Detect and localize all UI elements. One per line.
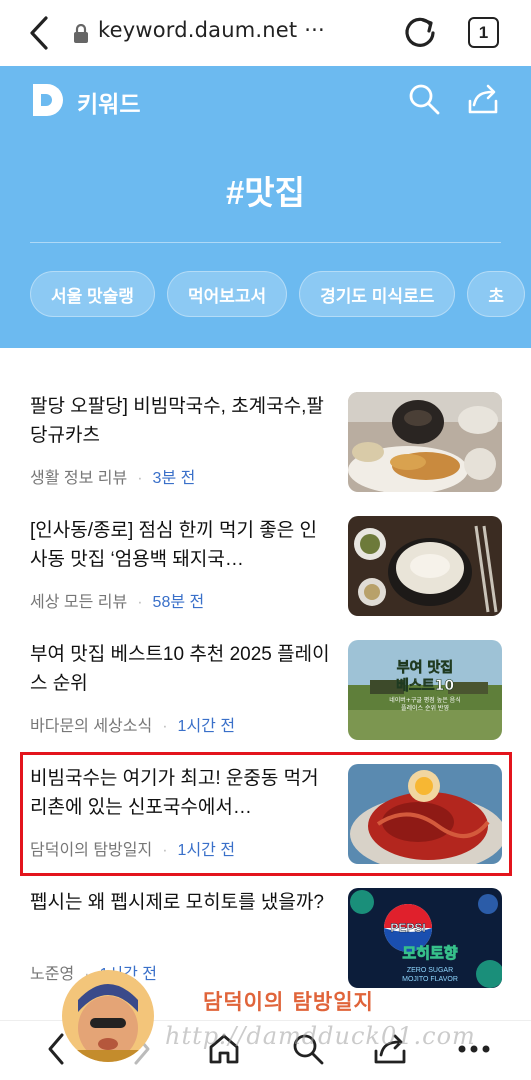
list-item[interactable]: 팔당 오팔당] 비빔막국수, 초계국수,팔당규카츠 생활 정보 리뷰 · 3분 전 bbox=[30, 392, 502, 516]
article-thumbnail[interactable] bbox=[348, 516, 502, 616]
search-icon[interactable] bbox=[408, 83, 440, 115]
keyword-chips: 서울 맛술랭 먹어보고서 경기도 미식로드 초 bbox=[30, 271, 525, 317]
article-source: 노준영 bbox=[30, 966, 75, 983]
article-thumbnail[interactable]: PEPSI 모히토향 ZERO SUGAR MOJITO FLAVOR bbox=[348, 888, 502, 988]
article-meta: 생활 정보 리뷰 · 3분 전 bbox=[30, 470, 196, 487]
thumb-title-1: 부여 맛집 bbox=[397, 659, 453, 676]
article-title[interactable]: 펩시는 왜 펩시제로 모히토를 냈을까? bbox=[30, 888, 330, 917]
share-icon[interactable] bbox=[466, 83, 500, 115]
article-source: 바다문의 세상소식 bbox=[30, 718, 153, 735]
thumb-flavor: 모히토향 bbox=[402, 944, 457, 962]
article-thumbnail[interactable] bbox=[348, 392, 502, 492]
tabs-count-button[interactable]: 1 bbox=[468, 17, 499, 48]
article-source: 세상 모든 리뷰 bbox=[30, 594, 128, 611]
list-item[interactable]: 부여 맛집 베스트10 추천 2025 플레이스 순위 바다문의 세상소식 · 1시… bbox=[30, 640, 502, 764]
logo-label[interactable]: 키워드 bbox=[77, 85, 140, 119]
article-title[interactable]: 부여 맛집 베스트10 추천 2025 플레이스 순위 bbox=[30, 640, 330, 698]
article-thumbnail[interactable]: 부여 맛집 베스트10 네이버+구글 평점 높은 음식 플레이스 순위 반영 bbox=[348, 640, 502, 740]
chip-gyeonggi[interactable]: 경기도 미식로드 bbox=[299, 271, 456, 317]
chip-seoul[interactable]: 서울 맛술랭 bbox=[30, 271, 155, 317]
article-time: 1시간 전 bbox=[177, 718, 236, 735]
keyword-header: 키워드 #맛집 서울 맛술랭 먹어보고서 경기도 미식로드 초 bbox=[0, 66, 531, 348]
article-title[interactable]: 팔당 오팔당] 비빔막국수, 초계국수,팔당규카츠 bbox=[30, 392, 330, 450]
browser-address-bar: keyword.daum.net ··· 1 bbox=[0, 0, 531, 66]
thumb-sub-2: 플레이스 순위 반영 bbox=[401, 704, 449, 712]
keyword-hashtag: #맛집 bbox=[225, 174, 306, 211]
daum-logo[interactable] bbox=[30, 82, 66, 118]
article-meta: 바다문의 세상소식 · 1시간 전 bbox=[30, 718, 236, 735]
thumb-title-2: 베스트10 bbox=[396, 678, 454, 694]
watermark-avatar bbox=[62, 970, 154, 1062]
article-meta: 세상 모든 리뷰 · 58분 전 bbox=[30, 594, 205, 611]
chip-report[interactable]: 먹어보고서 bbox=[166, 271, 288, 317]
article-source: 생활 정보 리뷰 bbox=[30, 470, 128, 487]
list-item[interactable]: [인사동/종로] 점심 한끼 먹기 좋은 인사동 맛집 ‘엄용백 돼지국… 세상… bbox=[30, 516, 502, 640]
thumb-brand: PEPSI bbox=[390, 921, 425, 935]
back-icon[interactable] bbox=[24, 14, 54, 52]
thumb-sub-1: 네이버+구글 평점 높은 음식 bbox=[389, 696, 460, 704]
watermark-url: http://damdduck01.com bbox=[165, 1022, 476, 1050]
lock-icon bbox=[72, 23, 90, 44]
thumb-sub-1: ZERO SUGAR bbox=[407, 967, 453, 974]
chip-more[interactable]: 초 bbox=[467, 271, 525, 317]
article-title[interactable]: [인사동/종로] 점심 한끼 먹기 좋은 인사동 맛집 ‘엄용백 돼지국… bbox=[30, 516, 330, 574]
article-time: 3분 전 bbox=[152, 470, 196, 487]
watermark-text: 담덕이의 탐방일지 bbox=[203, 990, 374, 1014]
url-text[interactable]: keyword.daum.net ··· bbox=[98, 18, 325, 42]
thumb-sub-2: MOJITO FLAVOR bbox=[402, 976, 458, 983]
header-divider bbox=[30, 242, 501, 243]
highlight-box bbox=[20, 752, 512, 876]
reload-icon[interactable] bbox=[400, 14, 440, 52]
article-time: 58분 전 bbox=[152, 594, 205, 611]
